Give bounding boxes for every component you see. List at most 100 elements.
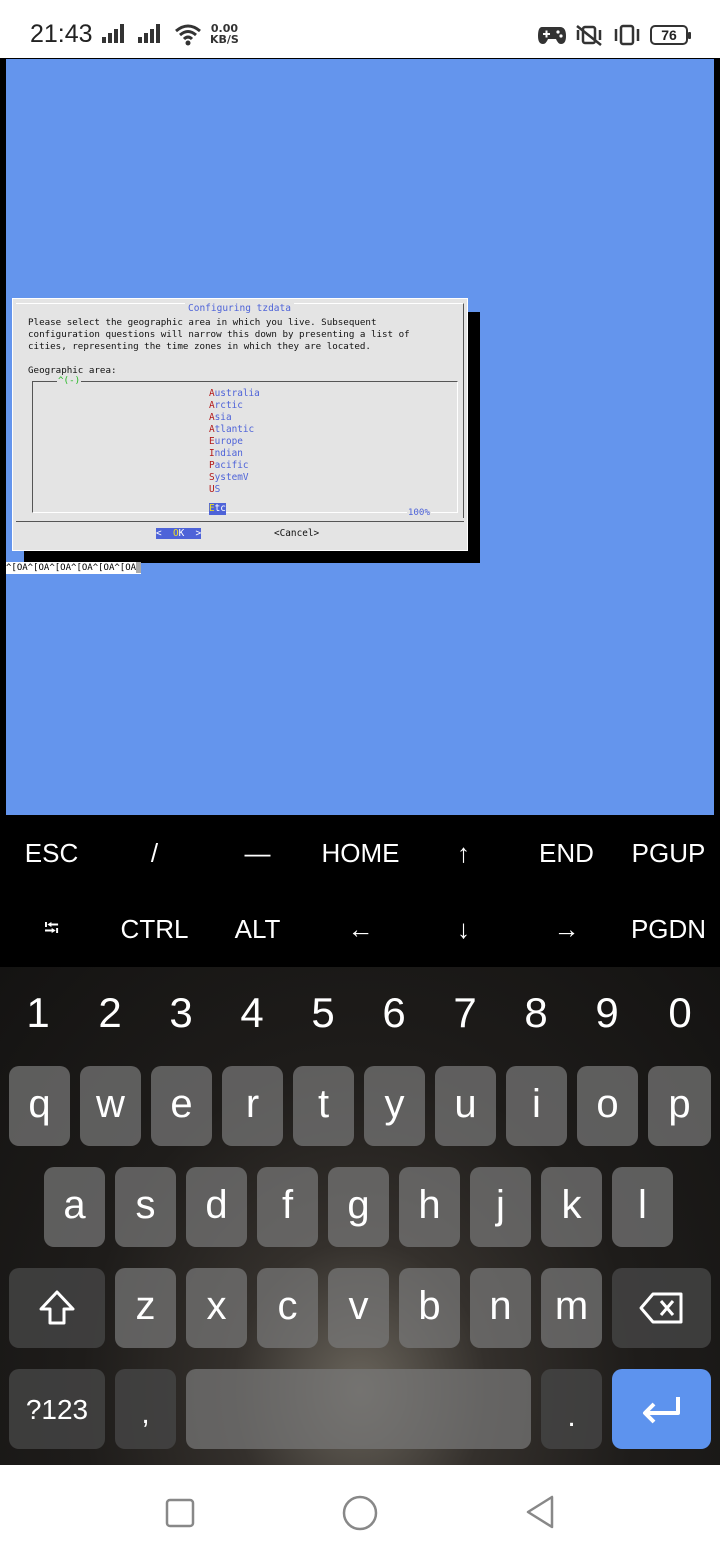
shift-key[interactable] — [9, 1268, 105, 1348]
pgdn-key[interactable]: PGDN — [617, 891, 720, 967]
wifi-icon — [175, 24, 201, 46]
dialog-button-row: < OK > <Cancel> — [16, 521, 464, 547]
ctrl-key[interactable]: CTRL — [103, 891, 206, 967]
game-mode-icon — [538, 27, 566, 44]
list-item-etc[interactable]: Etc — [209, 503, 226, 515]
key-e[interactable]: e — [151, 1066, 212, 1146]
geographic-area-list[interactable]: ^(-) Australia Arctic Asia Atlantic Euro… — [32, 375, 458, 518]
signal-icon — [138, 24, 162, 43]
vibrate-off-icon — [576, 25, 602, 46]
signal-icon — [102, 24, 126, 43]
space-bar[interactable] — [186, 1369, 531, 1449]
key-j[interactable]: j — [470, 1167, 531, 1247]
net-speed-unit: KB/S — [210, 33, 239, 46]
key-0[interactable]: 0 — [644, 983, 716, 1043]
key-s[interactable]: s — [115, 1167, 176, 1247]
enter-icon — [642, 1397, 680, 1424]
key-5[interactable]: 5 — [287, 983, 359, 1043]
terminal-echo-line: ^[OA^[OA^[OA^[OA^[OA^[OA — [6, 562, 142, 574]
key-8[interactable]: 8 — [500, 983, 572, 1043]
list-item-indian[interactable]: Indian — [209, 448, 260, 460]
dialog-title: Configuring tzdata — [16, 303, 463, 314]
list-item-atlantic[interactable]: Atlantic — [209, 424, 260, 436]
down-arrow-key[interactable]: ↓ — [412, 891, 515, 967]
key-7[interactable]: 7 — [429, 983, 501, 1043]
home-key[interactable]: HOME — [309, 815, 412, 891]
dialog-frame: Configuring tzdata Please select the geo… — [16, 303, 464, 518]
tab-key[interactable]: ⭾ — [0, 891, 103, 967]
vibrate-icon — [614, 24, 640, 46]
key-c[interactable]: c — [257, 1268, 318, 1348]
net-speed: 0.00 KB/S — [210, 23, 239, 45]
right-arrow-key[interactable]: → — [515, 891, 618, 967]
list-item-asia[interactable]: Asia — [209, 412, 260, 424]
ok-button[interactable]: < OK > — [156, 528, 202, 539]
dialog-message: Please select the geographic area in whi… — [28, 317, 410, 352]
up-arrow-key[interactable]: ↑ — [412, 815, 515, 891]
key-4[interactable]: 4 — [216, 983, 288, 1043]
key-k[interactable]: k — [541, 1167, 602, 1247]
key-1[interactable]: 1 — [2, 983, 74, 1043]
key-d[interactable]: d — [186, 1167, 247, 1247]
key-q[interactable]: q — [9, 1066, 70, 1146]
status-time: 21:43 — [30, 20, 93, 48]
key-o[interactable]: o — [577, 1066, 638, 1146]
shift-icon — [39, 1290, 75, 1325]
key-x[interactable]: x — [186, 1268, 247, 1348]
key-b[interactable]: b — [399, 1268, 460, 1348]
key-g[interactable]: g — [328, 1167, 389, 1247]
list-item-australia[interactable]: Australia — [209, 388, 260, 400]
key-i[interactable]: i — [506, 1066, 567, 1146]
key-u[interactable]: u — [435, 1066, 496, 1146]
back-icon[interactable] — [522, 1494, 558, 1530]
alt-key[interactable]: ALT — [206, 891, 309, 967]
list-item-us[interactable]: US — [209, 484, 260, 496]
key-t[interactable]: t — [293, 1066, 354, 1146]
period-key[interactable]: . — [541, 1369, 602, 1449]
recents-icon[interactable] — [164, 1497, 196, 1529]
key-p[interactable]: p — [648, 1066, 711, 1146]
key-z[interactable]: z — [115, 1268, 176, 1348]
extra-keys-bar: ESC / — HOME ↑ END PGUP ⭾ CTRL ALT ← ↓ →… — [0, 815, 720, 967]
backspace-icon — [639, 1292, 682, 1324]
key-6[interactable]: 6 — [358, 983, 430, 1043]
esc-key[interactable]: ESC — [0, 815, 103, 891]
battery-icon: 76 — [650, 25, 691, 45]
key-r[interactable]: r — [222, 1066, 283, 1146]
list-item-pacific[interactable]: Pacific — [209, 460, 260, 472]
terminal-screen[interactable]: Configuring tzdata Please select the geo… — [6, 59, 714, 815]
list-scroll-percent: 100% — [406, 507, 431, 518]
key-v[interactable]: v — [328, 1268, 389, 1348]
key-m[interactable]: m — [541, 1268, 602, 1348]
soft-keyboard: 1 2 3 4 5 6 7 8 9 0 q w e r t y u i o p … — [0, 967, 720, 1465]
status-bar: 21:43 0.00 KB/S 76 — [0, 0, 720, 58]
backspace-key[interactable] — [612, 1268, 711, 1348]
symbols-key[interactable]: ?123 — [9, 1369, 105, 1449]
key-f[interactable]: f — [257, 1167, 318, 1247]
scroll-indicator: ^(-) — [57, 375, 82, 386]
home-icon[interactable] — [340, 1493, 380, 1533]
key-2[interactable]: 2 — [74, 983, 146, 1043]
key-l[interactable]: l — [612, 1167, 673, 1247]
pgup-key[interactable]: PGUP — [617, 815, 720, 891]
enter-key[interactable] — [612, 1369, 711, 1449]
key-y[interactable]: y — [364, 1066, 425, 1146]
key-9[interactable]: 9 — [571, 983, 643, 1043]
list-item-europe[interactable]: Europe — [209, 436, 260, 448]
end-key[interactable]: END — [515, 815, 618, 891]
list-item-arctic[interactable]: Arctic — [209, 400, 260, 412]
tzdata-dialog: Configuring tzdata Please select the geo… — [12, 298, 468, 551]
dash-key[interactable]: — — [206, 815, 309, 891]
slash-key[interactable]: / — [103, 815, 206, 891]
key-3[interactable]: 3 — [145, 983, 217, 1043]
key-n[interactable]: n — [470, 1268, 531, 1348]
cancel-button[interactable]: <Cancel> — [274, 528, 319, 539]
terminal-cursor — [136, 562, 142, 573]
key-h[interactable]: h — [399, 1167, 460, 1247]
key-w[interactable]: w — [80, 1066, 141, 1146]
navigation-bar — [0, 1465, 720, 1560]
key-a[interactable]: a — [44, 1167, 105, 1247]
left-arrow-key[interactable]: ← — [309, 891, 412, 967]
list-item-systemv[interactable]: SystemV — [209, 472, 260, 484]
comma-key[interactable]: , — [115, 1369, 176, 1449]
